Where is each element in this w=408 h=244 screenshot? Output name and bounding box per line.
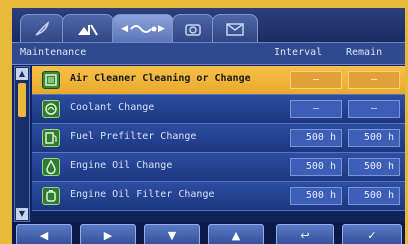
header-remain: Remain: [346, 47, 383, 58]
row-interval: 500 h: [290, 187, 342, 205]
down-button[interactable]: ▼: [144, 224, 200, 244]
scroll-up-icon[interactable]: ▲: [16, 68, 28, 80]
tab-camera[interactable]: [172, 14, 214, 43]
row-remain: 500 h: [348, 129, 400, 147]
row-remain: —: [348, 100, 400, 118]
scroll-down-icon[interactable]: ▼: [16, 208, 28, 220]
arrow-down-icon: ▼: [167, 228, 177, 242]
row-interval: 500 h: [290, 129, 342, 147]
tools-icon: [76, 21, 100, 37]
row-interval: —: [290, 100, 342, 118]
list-item-fuel-prefilter[interactable]: Fuel Prefilter Change 500 h 500 h: [32, 124, 405, 153]
arrow-left-icon: ◀: [39, 228, 49, 242]
checkmark-icon: ✓: [367, 228, 377, 242]
tab-tools[interactable]: [62, 14, 114, 43]
list-item-coolant[interactable]: Coolant Change — —: [32, 95, 405, 124]
row-label: Fuel Prefilter Change: [70, 131, 197, 142]
coolant-icon: [42, 100, 60, 118]
camera-icon: [184, 21, 202, 37]
header-interval: Interval: [274, 47, 323, 58]
button-bar: ◀ ▶ ▼ ▲ ↩ ✓: [12, 222, 405, 244]
tab-mail[interactable]: [212, 14, 258, 43]
oil-drop-icon: [42, 158, 60, 176]
row-interval: —: [290, 71, 342, 89]
row-label: Engine Oil Change: [70, 160, 173, 171]
tab-feather[interactable]: [20, 14, 64, 43]
tab-next-arrow-icon[interactable]: ▶: [158, 24, 165, 34]
list-item-air-cleaner[interactable]: Air Cleaner Cleaning or Change — —: [32, 66, 405, 95]
return-icon: ↩: [300, 228, 310, 242]
right-button[interactable]: ▶: [80, 224, 136, 244]
row-remain: —: [348, 71, 400, 89]
oil-filter-icon: [42, 187, 60, 205]
tab-maintenance[interactable]: ◀ ▶: [112, 14, 174, 43]
back-button[interactable]: ↩: [276, 224, 334, 244]
confirm-button[interactable]: ✓: [342, 224, 402, 244]
scroll-thumb[interactable]: [18, 83, 26, 117]
row-interval: 500 h: [290, 158, 342, 176]
list-header: Maintenance Interval Remain: [12, 42, 405, 65]
maintenance-screen: ◀ ▶ Maintenance Interval Remain ▲ ▼ Air …: [12, 8, 405, 244]
fuel-pump-icon: [42, 129, 60, 147]
header-title: Maintenance: [20, 47, 87, 58]
tab-bar: ◀ ▶: [12, 8, 405, 43]
mail-icon: [225, 21, 245, 37]
row-label: Air Cleaner Cleaning or Change: [70, 73, 251, 84]
row-label: Engine Oil Filter Change: [70, 189, 215, 200]
maintenance-icon: [128, 21, 158, 37]
left-button[interactable]: ◀: [16, 224, 72, 244]
feather-icon: [33, 21, 51, 37]
row-remain: 500 h: [348, 187, 400, 205]
tab-prev-arrow-icon[interactable]: ◀: [121, 24, 128, 34]
list-item-engine-oil[interactable]: Engine Oil Change 500 h 500 h: [32, 153, 405, 182]
arrow-right-icon: ▶: [103, 228, 113, 242]
arrow-up-icon: ▲: [231, 228, 241, 242]
row-label: Coolant Change: [70, 102, 155, 113]
scrollbar[interactable]: ▲ ▼: [14, 66, 30, 222]
list-item-engine-oil-filter[interactable]: Engine Oil Filter Change 500 h 500 h: [32, 182, 405, 211]
air-filter-icon: [42, 71, 60, 89]
row-remain: 500 h: [348, 158, 400, 176]
up-button[interactable]: ▲: [208, 224, 264, 244]
